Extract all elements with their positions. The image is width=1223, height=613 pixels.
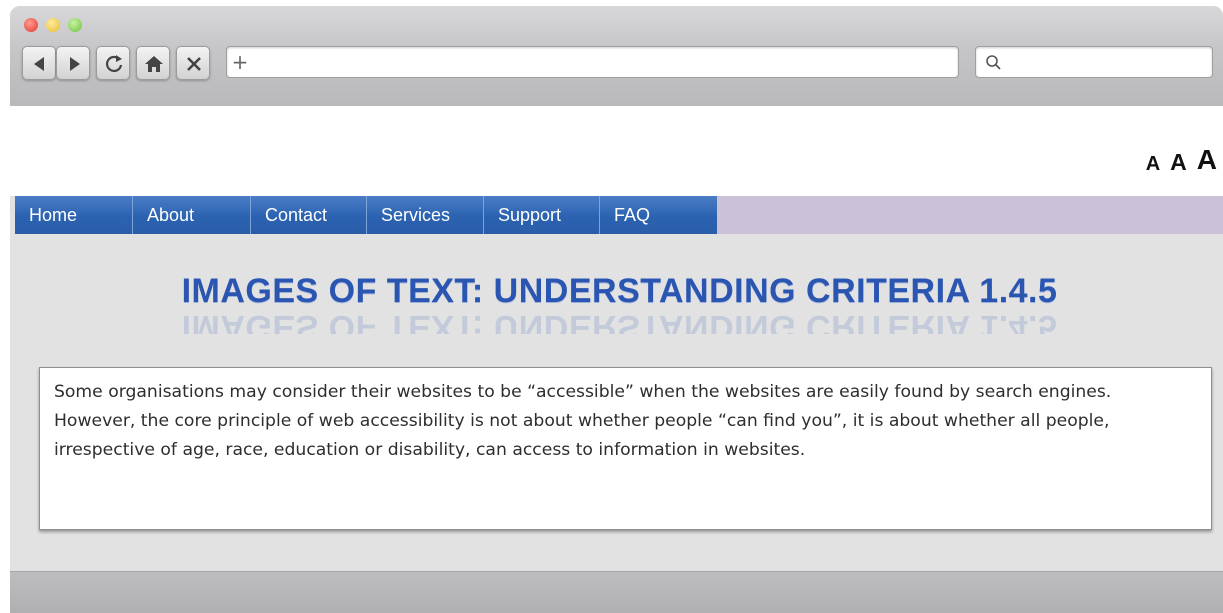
home-icon: [145, 56, 163, 72]
home-button[interactable]: [136, 46, 170, 80]
new-tab-plus-icon[interactable]: +: [227, 47, 253, 77]
status-bar: [10, 571, 1223, 613]
refresh-icon: [106, 55, 123, 72]
forward-button[interactable]: [56, 46, 90, 80]
minimize-window-icon[interactable]: [46, 18, 60, 32]
browser-toolbar: +: [10, 6, 1223, 106]
close-window-icon[interactable]: [24, 18, 38, 32]
body-paragraph: Some organisations may consider their we…: [54, 382, 1112, 460]
forward-arrow-icon: [70, 57, 80, 71]
text-size-medium-button[interactable]: A: [1170, 151, 1187, 174]
back-button[interactable]: [22, 46, 56, 80]
nav-item-faq[interactable]: FAQ: [600, 196, 717, 234]
site-header: A A A: [10, 106, 1223, 196]
search-icon: [986, 55, 1001, 70]
page-title-reflection: IMAGES OF TEXT: UNDERSTANDING CRITERIA 1…: [10, 312, 1223, 334]
page-viewport: A A A Home About Contact Services Suppor…: [10, 106, 1223, 571]
nav-item-home[interactable]: Home: [15, 196, 133, 234]
page-title: IMAGES OF TEXT: UNDERSTANDING CRITERIA 1…: [181, 272, 1058, 310]
main-nav: Home About Contact Services Support FAQ: [15, 196, 1223, 234]
search-input[interactable]: [975, 46, 1213, 78]
content-box: Some organisations may consider their we…: [39, 367, 1212, 530]
nav-item-contact[interactable]: Contact: [251, 196, 367, 234]
nav-item-about[interactable]: About: [133, 196, 251, 234]
text-size-small-button[interactable]: A: [1146, 154, 1160, 174]
text-size-controls: A A A: [1146, 146, 1217, 175]
page-title-reflection-text: IMAGES OF TEXT: UNDERSTANDING CRITERIA 1…: [181, 312, 1058, 334]
stop-button[interactable]: [176, 46, 210, 80]
nav-item-support[interactable]: Support: [484, 196, 600, 234]
text-size-large-button[interactable]: A: [1197, 146, 1217, 174]
address-bar[interactable]: [226, 46, 959, 78]
close-icon: [187, 57, 201, 71]
nav-item-services[interactable]: Services: [367, 196, 484, 234]
page-title-wrap: IMAGES OF TEXT: UNDERSTANDING CRITERIA 1…: [10, 272, 1223, 311]
refresh-button[interactable]: [96, 46, 130, 80]
browser-window: + A A A Home About Contact Services Supp…: [10, 6, 1223, 613]
maximize-window-icon[interactable]: [68, 18, 82, 32]
back-arrow-icon: [34, 57, 44, 71]
